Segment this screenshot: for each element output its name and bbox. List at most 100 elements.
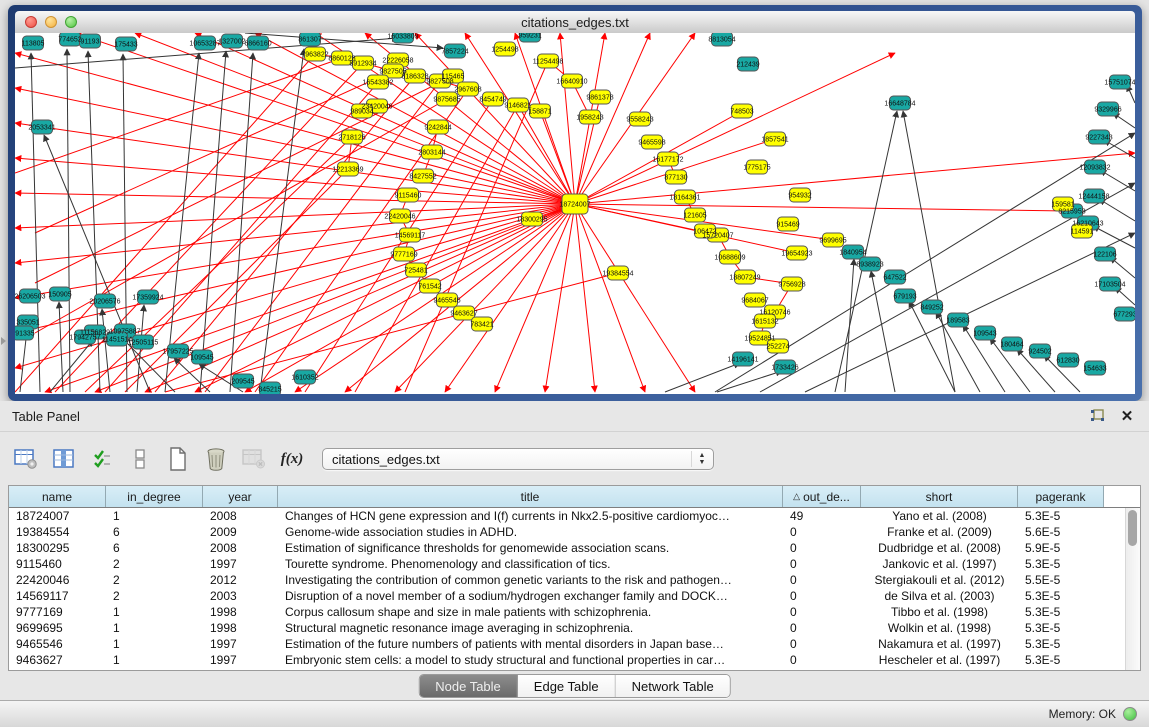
citation-edge[interactable]: [1100, 170, 1135, 191]
table-cell[interactable]: 5.3E-5: [1018, 652, 1104, 668]
left-panel-collapse-arrow[interactable]: [1, 337, 6, 345]
table-cell[interactable]: 5.3E-5: [1018, 604, 1104, 620]
table-row[interactable]: 1872400712008Changes of HCN gene express…: [9, 508, 1126, 524]
table-cell[interactable]: 0: [783, 540, 861, 556]
citation-edge-directed[interactable]: [495, 204, 575, 392]
column-header-name[interactable]: name: [9, 486, 106, 507]
citation-edge[interactable]: [31, 53, 40, 392]
table-cell[interactable]: Embryonic stem cells: a model to study s…: [278, 652, 783, 668]
citation-edge[interactable]: [230, 53, 253, 392]
table-cell[interactable]: 49: [783, 508, 861, 524]
table-cell[interactable]: 1: [106, 652, 203, 668]
column-header-year[interactable]: year: [203, 486, 278, 507]
table-cell[interactable]: Franke et al. (2009): [861, 524, 1018, 540]
table-cell[interactable]: 1997: [203, 636, 278, 652]
citation-edge[interactable]: [102, 309, 110, 392]
table-cell[interactable]: 0: [783, 604, 861, 620]
table-cell[interactable]: 2: [106, 556, 203, 572]
table-cell[interactable]: 9699695: [9, 620, 106, 636]
table-cell[interactable]: 9115460: [9, 556, 106, 572]
table-cell[interactable]: Estimation of significance thresholds fo…: [278, 540, 783, 556]
citation-edge[interactable]: [845, 259, 854, 392]
citation-edge[interactable]: [44, 135, 150, 392]
table-row[interactable]: 946554611997Estimation of the future num…: [9, 636, 1126, 652]
table-cell[interactable]: 1: [106, 604, 203, 620]
table-cell[interactable]: Estimation of the future numbers of pati…: [278, 636, 783, 652]
table-cell[interactable]: 1: [106, 508, 203, 524]
table-cell[interactable]: 0: [783, 524, 861, 540]
table-cell[interactable]: Wolkin et al. (1998): [861, 620, 1018, 636]
function-builder-icon[interactable]: f(x): [278, 446, 306, 472]
citation-edge[interactable]: [871, 271, 895, 392]
table-cell[interactable]: 14569117: [9, 588, 106, 604]
table-row[interactable]: 1830029562008Estimation of significance …: [9, 540, 1126, 556]
memory-ok-indicator-icon[interactable]: [1123, 707, 1137, 721]
table-cell[interactable]: 5.3E-5: [1018, 556, 1104, 572]
column-header-in_degree[interactable]: in_degree: [106, 486, 203, 507]
citation-edge[interactable]: [665, 363, 740, 392]
citation-edge[interactable]: [50, 340, 93, 392]
table-cell[interactable]: Nakamura et al. (1997): [861, 636, 1018, 652]
table-cell[interactable]: 1997: [203, 652, 278, 668]
table-row[interactable]: 977716911998Corpus callosum shape and si…: [9, 604, 1126, 620]
table-cell[interactable]: Changes of HCN gene expression and I(f) …: [278, 508, 783, 524]
table-cell[interactable]: 2009: [203, 524, 278, 540]
table-cell[interactable]: 5.3E-5: [1018, 636, 1104, 652]
table-cell[interactable]: 1: [106, 620, 203, 636]
minimize-window-icon[interactable]: [45, 16, 57, 28]
table-cell[interactable]: 5.3E-5: [1018, 620, 1104, 636]
table-cell[interactable]: Corpus callosum shape and size in male p…: [278, 604, 783, 620]
table-row[interactable]: 1938455462009Genome-wide association stu…: [9, 524, 1126, 540]
column-visibility-icon[interactable]: [88, 446, 116, 472]
citation-edge-directed[interactable]: [575, 53, 895, 204]
table-cell[interactable]: 19384554: [9, 524, 106, 540]
table-cell[interactable]: 0: [783, 588, 861, 604]
table-cell[interactable]: 5.5E-5: [1018, 572, 1104, 588]
column-header-out_de[interactable]: △out_de...: [783, 486, 861, 507]
float-panel-icon[interactable]: [1087, 406, 1107, 426]
citation-edge[interactable]: [165, 53, 199, 392]
table-cell[interactable]: 2008: [203, 508, 278, 524]
table-cell[interactable]: 2008: [203, 540, 278, 556]
citation-edge-directed[interactable]: [15, 204, 575, 228]
table-cell[interactable]: Disruption of a novel member of a sodium…: [278, 588, 783, 604]
column-header-pagerank[interactable]: pagerank: [1018, 486, 1104, 507]
table-cell[interactable]: 9465546: [9, 636, 106, 652]
table-cell[interactable]: 9777169: [9, 604, 106, 620]
new-document-icon[interactable]: [164, 446, 192, 472]
tab-node-table[interactable]: Node Table: [419, 675, 518, 697]
table-cell[interactable]: Yano et al. (2008): [861, 508, 1018, 524]
table-cell[interactable]: 0: [783, 636, 861, 652]
column-header-title[interactable]: title: [278, 486, 783, 507]
column-chooser-icon[interactable]: [50, 446, 78, 472]
table-cell[interactable]: 5.9E-5: [1018, 540, 1104, 556]
citation-edge[interactable]: [1093, 226, 1135, 248]
network-graph[interactable]: 1138057746529119317543310653287132700268…: [15, 33, 1135, 394]
table-cell[interactable]: Hescheler et al. (1997): [861, 652, 1018, 668]
table-cell[interactable]: de Silva et al. (2003): [861, 588, 1018, 604]
table-cell[interactable]: 5.3E-5: [1018, 588, 1104, 604]
table-cell[interactable]: Dudbridge et al. (2008): [861, 540, 1018, 556]
table-cell[interactable]: 5.6E-5: [1018, 524, 1104, 540]
table-cell[interactable]: Investigating the contribution of common…: [278, 572, 783, 588]
delete-icon[interactable]: [202, 446, 230, 472]
table-cell[interactable]: 5.3E-5: [1018, 508, 1104, 524]
table-cell[interactable]: Tourette syndrome. Phenomenology and cla…: [278, 556, 783, 572]
table-cell[interactable]: 1998: [203, 620, 278, 636]
citation-edge-directed[interactable]: [165, 273, 618, 392]
table-cell[interactable]: 18300295: [9, 540, 106, 556]
table-cell[interactable]: 0: [783, 620, 861, 636]
table-cell[interactable]: 1998: [203, 604, 278, 620]
table-vertical-scrollbar[interactable]: [1125, 508, 1140, 670]
table-cell[interactable]: 0: [783, 652, 861, 668]
table-cell[interactable]: Jankovic et al. (1997): [861, 556, 1018, 572]
table-cell[interactable]: 6: [106, 540, 203, 556]
table-cell[interactable]: 22420046: [9, 572, 106, 588]
table-cell[interactable]: 2: [106, 588, 203, 604]
scrollbar-thumb[interactable]: [1128, 510, 1137, 546]
network-window[interactable]: citations_edges.txt 11380577465291193175…: [8, 5, 1142, 401]
citation-edge-directed[interactable]: [545, 204, 575, 392]
table-row[interactable]: 2242004622012Investigating the contribut…: [9, 572, 1126, 588]
citation-edge[interactable]: [717, 371, 782, 392]
table-cell[interactable]: 2003: [203, 588, 278, 604]
